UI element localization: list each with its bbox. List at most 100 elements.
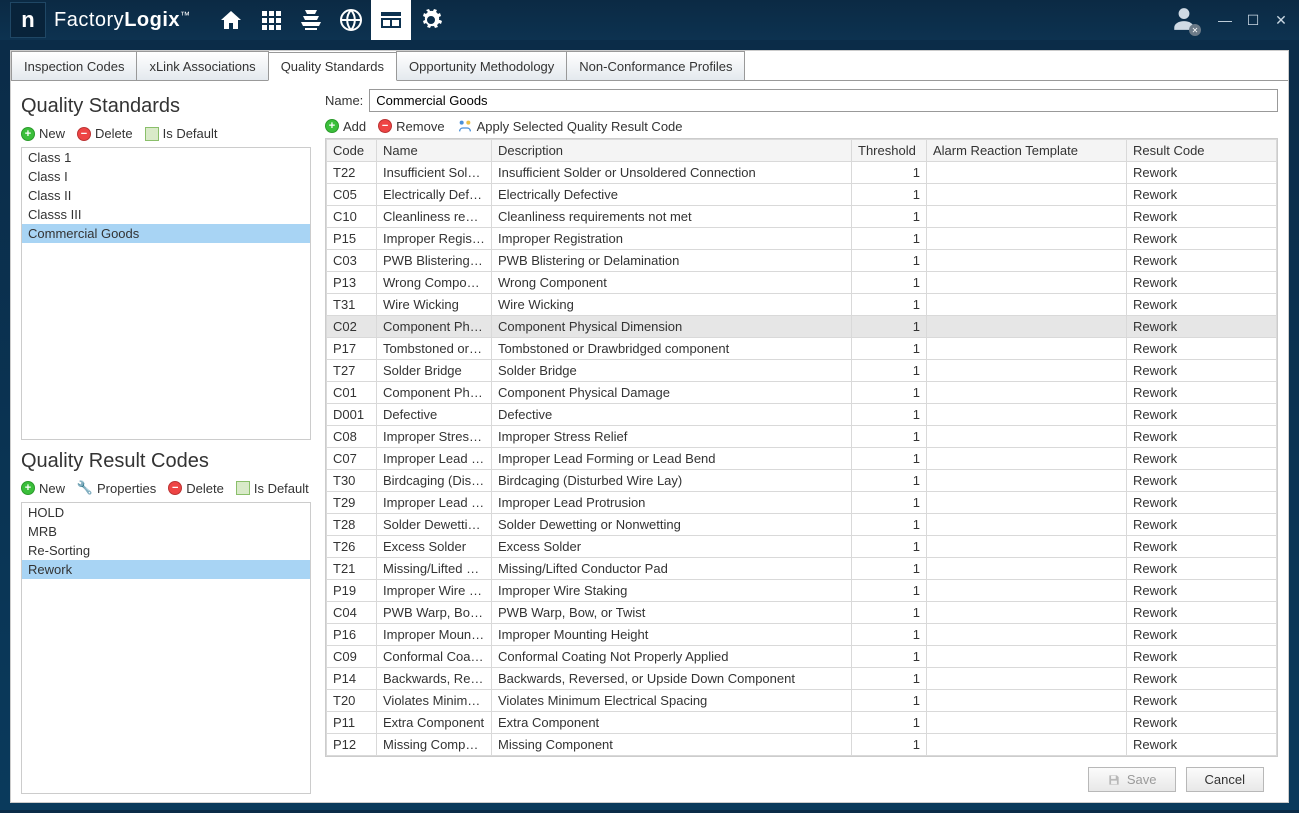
list-item[interactable]: Class I (22, 167, 310, 186)
cell[interactable]: 1 (852, 624, 927, 646)
cell[interactable]: 1 (852, 712, 927, 734)
cell[interactable]: Insufficient Solder or Unsoldered Connec… (492, 162, 852, 184)
table-row[interactable]: C09Conformal Coating...Conformal Coating… (327, 646, 1277, 668)
cell[interactable]: Cleanliness requirements not met (492, 206, 852, 228)
table-row[interactable]: C08Improper Stress Re...Improper Stress … (327, 426, 1277, 448)
cell[interactable] (927, 602, 1127, 624)
save-button[interactable]: Save (1088, 767, 1176, 792)
cell[interactable]: Rework (1127, 624, 1277, 646)
cell[interactable]: Solder Dewetting or Nonwetting (492, 514, 852, 536)
table-row[interactable]: T21Missing/Lifted Con...Missing/Lifted C… (327, 558, 1277, 580)
cell[interactable]: Rework (1127, 426, 1277, 448)
table-row[interactable]: T26Excess SolderExcess Solder1Rework (327, 536, 1277, 558)
cell[interactable] (927, 272, 1127, 294)
cell[interactable]: Improper Lead Forming or Lead Bend (492, 448, 852, 470)
gear-icon[interactable] (411, 0, 451, 40)
cell[interactable] (927, 448, 1127, 470)
cell[interactable]: Improper Lead Protrusion (492, 492, 852, 514)
cell[interactable] (927, 426, 1127, 448)
cell[interactable]: Improper Wire Staking (492, 580, 852, 602)
cell[interactable]: D001 (327, 404, 377, 426)
cell[interactable]: Component Physic... (377, 382, 492, 404)
tab-quality-standards[interactable]: Quality Standards (268, 52, 397, 81)
cell[interactable]: 1 (852, 184, 927, 206)
cell[interactable]: T26 (327, 536, 377, 558)
table-row[interactable]: C04PWB Warp, Bow, or...PWB Warp, Bow, or… (327, 602, 1277, 624)
table-row[interactable]: T31Wire WickingWire Wicking1Rework (327, 294, 1277, 316)
cell[interactable]: Rework (1127, 668, 1277, 690)
cell[interactable]: 1 (852, 514, 927, 536)
cell[interactable]: Wire Wicking (377, 294, 492, 316)
cell[interactable] (927, 470, 1127, 492)
cell[interactable]: P14 (327, 668, 377, 690)
cell[interactable]: 1 (852, 668, 927, 690)
cell[interactable]: Solder Bridge (377, 360, 492, 382)
cell[interactable]: Excess Solder (492, 536, 852, 558)
cell[interactable]: Rework (1127, 206, 1277, 228)
table-row[interactable]: P12Missing ComponentMissing Component1Re… (327, 734, 1277, 756)
cell[interactable]: Improper Stress Relief (492, 426, 852, 448)
cell[interactable]: 1 (852, 580, 927, 602)
table-row[interactable]: P16Improper Mountin...Improper Mounting … (327, 624, 1277, 646)
cell[interactable] (927, 514, 1127, 536)
cell[interactable]: 1 (852, 492, 927, 514)
cell[interactable]: Improper Mounting Height (492, 624, 852, 646)
table-row[interactable]: C01Component Physic...Component Physical… (327, 382, 1277, 404)
cell[interactable]: Extra Component (377, 712, 492, 734)
cell[interactable]: C02 (327, 316, 377, 338)
browser-icon[interactable] (371, 0, 411, 40)
cell[interactable]: Improper Mountin... (377, 624, 492, 646)
cell[interactable]: 1 (852, 206, 927, 228)
cell[interactable]: Birdcaging (Disturb... (377, 470, 492, 492)
cell[interactable]: Electrically Defective (377, 184, 492, 206)
add-row-button[interactable]: + Add (325, 119, 366, 134)
close-button[interactable]: ✕ (1273, 12, 1289, 28)
cell[interactable]: T31 (327, 294, 377, 316)
user-icon[interactable]: ✕ (1171, 6, 1199, 34)
table-row[interactable]: P14Backwards, Reverse...Backwards, Rever… (327, 668, 1277, 690)
cell[interactable] (927, 536, 1127, 558)
table-row[interactable]: D001DefectiveDefective1Rework (327, 404, 1277, 426)
cell[interactable] (927, 162, 1127, 184)
cell[interactable]: 1 (852, 294, 927, 316)
cell[interactable] (927, 734, 1127, 756)
cell[interactable]: P17 (327, 338, 377, 360)
tab-xlink-associations[interactable]: xLink Associations (136, 51, 268, 80)
cell[interactable]: Rework (1127, 228, 1277, 250)
cell[interactable]: Rework (1127, 294, 1277, 316)
cell[interactable]: Conformal Coating Not Properly Applied (492, 646, 852, 668)
cell[interactable]: 1 (852, 426, 927, 448)
delete-standard-button[interactable]: − Delete (77, 126, 133, 141)
table-row[interactable]: T20Violates Minimum...Violates Minimum E… (327, 690, 1277, 712)
cell[interactable]: P19 (327, 580, 377, 602)
globe-icon[interactable] (331, 0, 371, 40)
cell[interactable] (927, 206, 1127, 228)
list-item[interactable]: Class II (22, 186, 310, 205)
cell[interactable] (927, 558, 1127, 580)
cell[interactable]: Electrically Defective (492, 184, 852, 206)
cell[interactable]: T30 (327, 470, 377, 492)
cell[interactable]: Wire Wicking (492, 294, 852, 316)
cell[interactable]: Improper Wire Sta... (377, 580, 492, 602)
table-row[interactable]: T30Birdcaging (Disturb...Birdcaging (Dis… (327, 470, 1277, 492)
cell[interactable]: Rework (1127, 250, 1277, 272)
table-row[interactable]: P15Improper Registrati...Improper Regist… (327, 228, 1277, 250)
cell[interactable] (927, 338, 1127, 360)
cell[interactable] (927, 250, 1127, 272)
cancel-button[interactable]: Cancel (1186, 767, 1264, 792)
cell[interactable]: Violates Minimum... (377, 690, 492, 712)
cell[interactable]: T28 (327, 514, 377, 536)
cell[interactable]: C09 (327, 646, 377, 668)
new-result-code-button[interactable]: + New (21, 481, 65, 496)
cell[interactable]: 1 (852, 602, 927, 624)
list-item[interactable]: Commercial Goods (22, 224, 310, 243)
cell[interactable]: Missing/Lifted Con... (377, 558, 492, 580)
cell[interactable]: Missing/Lifted Conductor Pad (492, 558, 852, 580)
cell[interactable]: C01 (327, 382, 377, 404)
cell[interactable]: 1 (852, 448, 927, 470)
cell[interactable]: Wrong Component (492, 272, 852, 294)
cell[interactable]: T22 (327, 162, 377, 184)
cell[interactable]: PWB Blistering or... (377, 250, 492, 272)
table-row[interactable]: P13Wrong ComponentWrong Component1Rework (327, 272, 1277, 294)
col-name[interactable]: Name (377, 140, 492, 162)
